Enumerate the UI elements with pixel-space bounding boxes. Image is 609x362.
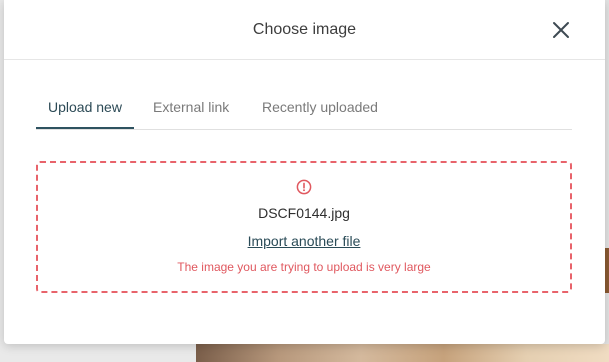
choose-image-dialog: Choose image Upload new External link Re… (4, 0, 605, 344)
file-name: DSCF0144.jpg (258, 205, 350, 221)
import-another-file-link[interactable]: Import another file (248, 233, 361, 249)
tab-bar: Upload new External link Recently upload… (36, 99, 572, 130)
dialog-header: Choose image (4, 0, 605, 60)
error-message: The image you are trying to upload is ve… (177, 260, 431, 274)
tab-upload-new[interactable]: Upload new (36, 99, 134, 129)
background-photo (196, 344, 609, 362)
alert-circle-icon (296, 179, 312, 195)
upload-dropzone[interactable]: DSCF0144.jpg Import another file The ima… (36, 161, 572, 293)
tab-recently-uploaded[interactable]: Recently uploaded (262, 99, 378, 128)
close-button[interactable] (551, 20, 571, 40)
close-icon (553, 22, 569, 38)
dialog-title: Choose image (252, 21, 357, 38)
tab-external-link[interactable]: External link (153, 99, 229, 128)
background-page-edge (605, 0, 609, 362)
import-link-row: Import another file (38, 233, 570, 249)
background-photo-edge (605, 248, 609, 293)
